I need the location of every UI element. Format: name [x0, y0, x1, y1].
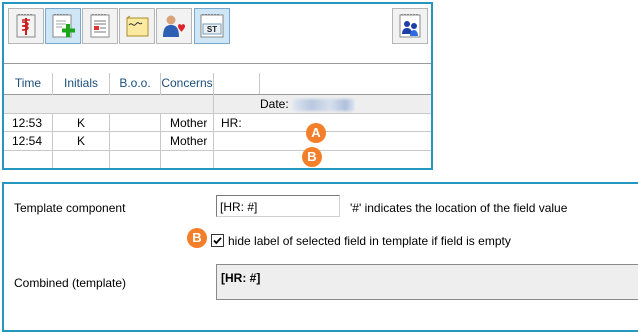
time-cell: 12:54: [12, 134, 43, 148]
checkmark-icon: [213, 237, 222, 245]
signature-note-icon: [126, 15, 149, 37]
notes-panel: ST Time Initials B.o.o. Concerns Date: 1…: [2, 2, 433, 170]
combined-template-label: Combined (template): [14, 276, 127, 290]
callout-badge-b: B: [302, 147, 322, 167]
column-divider: [259, 73, 260, 94]
initials-cell: K: [77, 116, 86, 130]
date-row: Date:: [214, 95, 431, 113]
toolbar-separator: [4, 63, 431, 64]
checklist-notes-icon: [90, 14, 110, 38]
column-header-notes[interactable]: [214, 73, 414, 93]
column-header-initials[interactable]: Initials: [53, 73, 109, 93]
column-header-concerns[interactable]: Concerns: [161, 73, 213, 93]
row-divider: [4, 113, 431, 114]
st-notes-icon: ST: [200, 14, 224, 38]
row-divider: [4, 150, 431, 151]
column-divider: [109, 73, 110, 168]
template-settings-panel: Template component [HR: #] '#' indicates…: [2, 182, 638, 332]
person-heart-icon: [163, 15, 185, 37]
callout-badge-b: B: [187, 228, 207, 248]
initials-cell: K: [77, 134, 86, 148]
date-row-fill: [4, 95, 213, 113]
hide-label-checkbox[interactable]: [211, 234, 224, 247]
group-notes-icon: [399, 14, 421, 38]
combined-template-field[interactable]: [HR: #]: [216, 264, 638, 300]
column-header-time[interactable]: Time: [4, 73, 52, 93]
field-location-hint: '#' indicates the location of the field …: [350, 201, 568, 215]
blurred-date: [292, 98, 355, 111]
caduceus-notes-icon: [16, 14, 36, 38]
st-notes-button[interactable]: ST: [194, 8, 230, 44]
group-notes-button[interactable]: [392, 8, 428, 44]
time-cell: 12:53: [12, 116, 43, 130]
svg-text:ST: ST: [207, 25, 217, 34]
column-header-boo[interactable]: B.o.o.: [110, 73, 160, 93]
column-divider: [213, 73, 214, 168]
concerns-cell: Mother: [170, 134, 208, 148]
template-component-input[interactable]: [HR: #]: [216, 195, 340, 217]
callout-badge-a: A: [306, 123, 326, 143]
add-entry-icon: [52, 14, 75, 38]
caduceus-notes-button[interactable]: [8, 8, 44, 44]
template-component-label: Template component: [14, 201, 126, 215]
column-divider: [52, 73, 53, 168]
person-heart-button[interactable]: [156, 8, 192, 44]
checklist-notes-button[interactable]: [82, 8, 118, 44]
date-label: Date:: [260, 97, 289, 111]
note-cell: HR:: [221, 116, 242, 130]
hide-label-text[interactable]: hide label of selected field in template…: [228, 234, 511, 248]
row-divider: [4, 131, 431, 132]
add-entry-button[interactable]: [45, 8, 81, 44]
signature-note-button[interactable]: [119, 8, 155, 44]
column-divider: [160, 73, 161, 168]
concerns-cell: Mother: [170, 116, 208, 130]
